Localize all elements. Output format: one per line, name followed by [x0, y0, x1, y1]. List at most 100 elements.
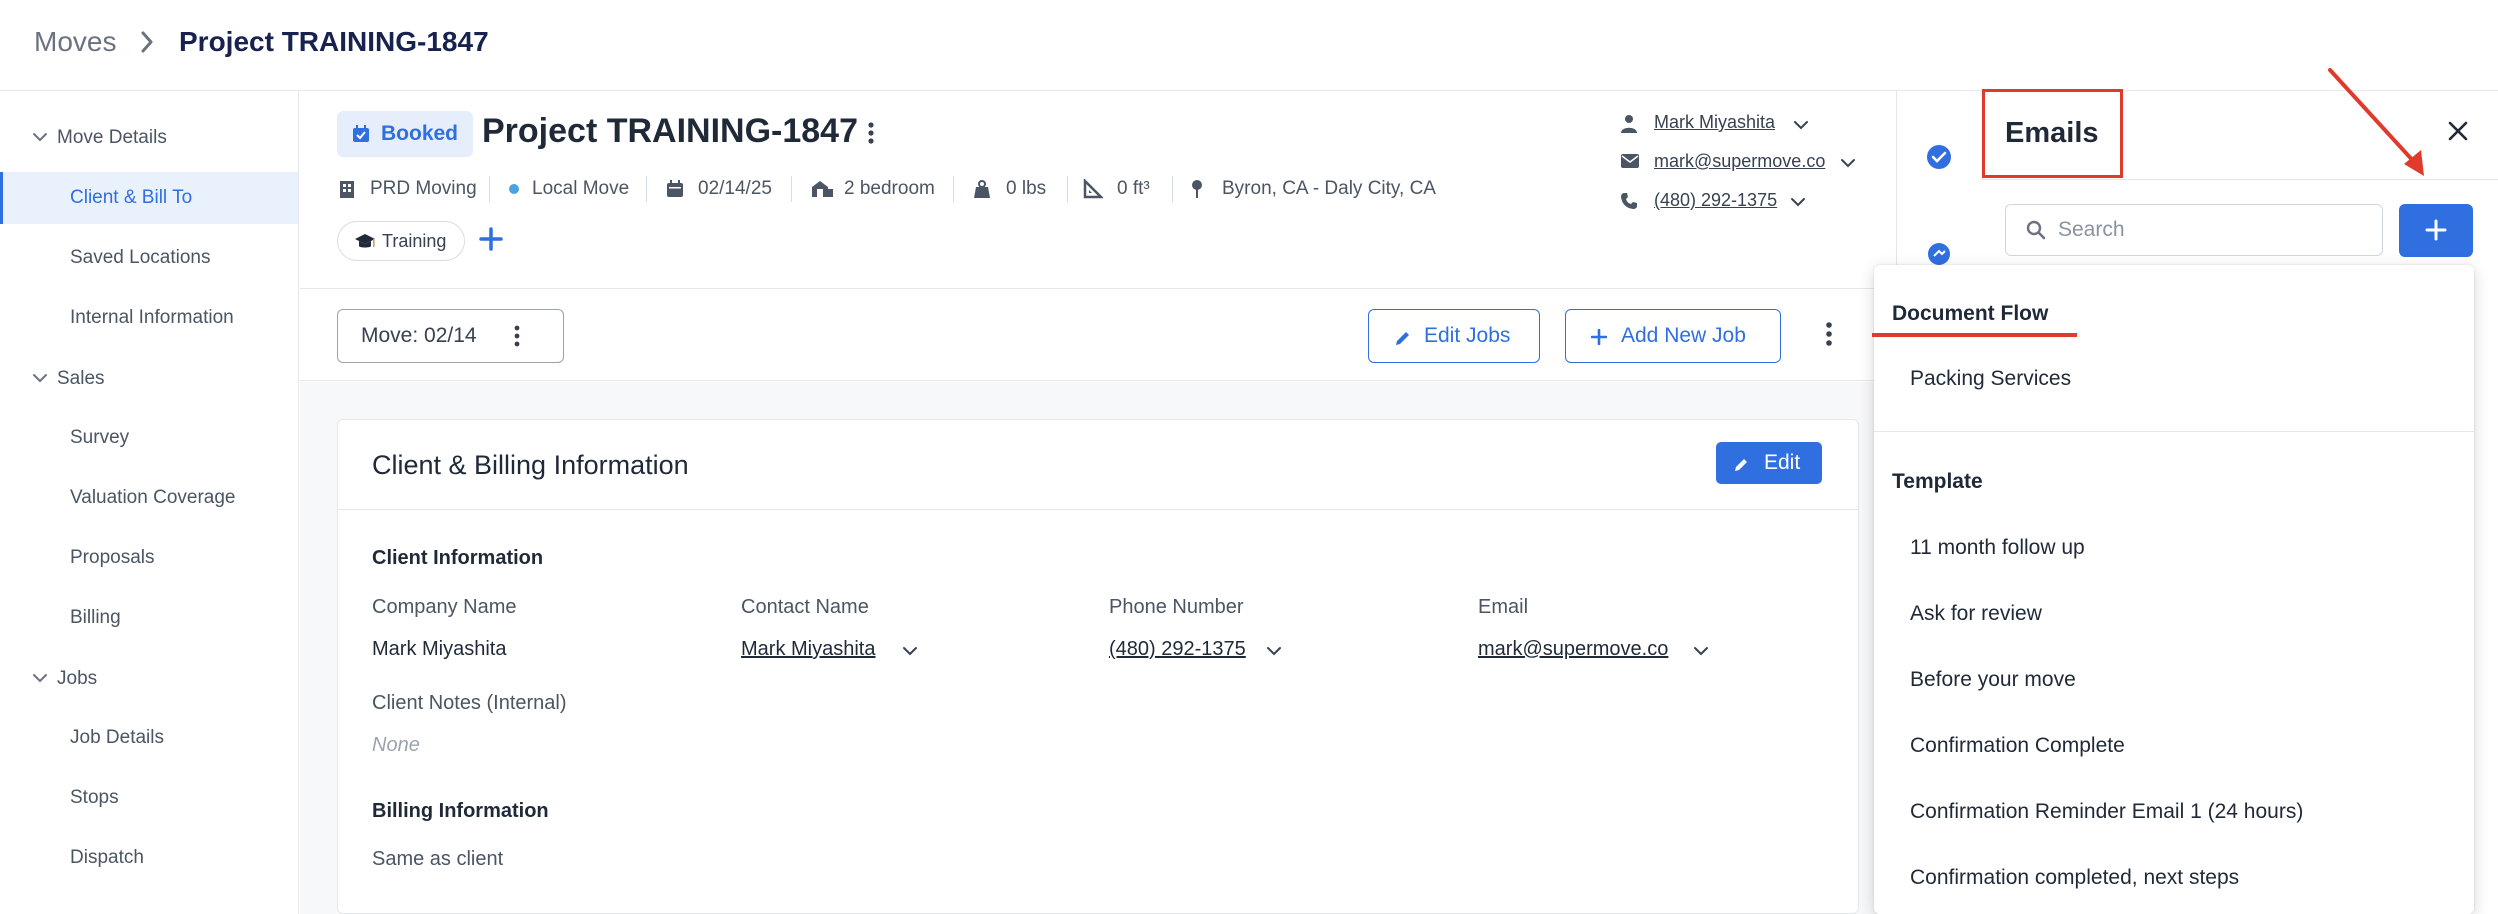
- annotation-underline: [1872, 333, 2077, 337]
- contact-name[interactable]: Mark Miyashita: [1620, 110, 1820, 138]
- menu-item-packing-services[interactable]: Packing Services: [1874, 350, 2474, 410]
- pencil-icon: [1394, 329, 1412, 347]
- add-email-button[interactable]: [2399, 204, 2473, 257]
- phone-number-label: Phone Number: [1109, 596, 1244, 618]
- move-select[interactable]: Move: 02/14: [337, 309, 564, 363]
- page-title: Project TRAINING-1847: [482, 112, 858, 150]
- plus-icon: [2425, 219, 2447, 241]
- chevron-down-icon[interactable]: [1790, 196, 1806, 208]
- card-divider: [338, 509, 1858, 510]
- client-information-heading: Client Information: [372, 547, 544, 569]
- search-icon: [2026, 220, 2046, 240]
- meta-divider: [1067, 176, 1068, 202]
- sidebar-item-internal-information[interactable]: Internal Information: [0, 292, 298, 344]
- chevron-down-icon: [32, 131, 48, 143]
- sidebar-section-jobs[interactable]: Jobs: [0, 660, 299, 700]
- chat-icon[interactable]: [1926, 242, 1952, 266]
- meta-date: 02/14/25: [666, 176, 786, 202]
- pencil-icon: [1734, 456, 1750, 472]
- menu-item-template[interactable]: Confirmation Reminder Email 1 (24 hours): [1874, 783, 2474, 843]
- meta-divider: [646, 176, 647, 202]
- document-flow-heading: Document Flow: [1892, 302, 2049, 325]
- meta-weight: 0 lbs: [972, 176, 1072, 202]
- email-label: Email: [1478, 596, 1529, 618]
- chevron-down-icon[interactable]: [1693, 645, 1709, 657]
- meta-divider: [791, 176, 792, 202]
- phone-icon: [1620, 192, 1638, 210]
- meta-divider: [953, 176, 954, 202]
- calendar-icon: [666, 179, 684, 199]
- status-badge: Booked: [337, 111, 473, 157]
- more-vertical-icon[interactable]: [513, 325, 521, 347]
- breadcrumb-current: Project TRAINING-1847: [179, 26, 489, 57]
- dropdown-divider: [1874, 431, 2474, 432]
- sidebar-item-valuation-coverage[interactable]: Valuation Coverage: [0, 472, 298, 524]
- user-icon: [1620, 114, 1638, 134]
- ruler-triangle-icon: [1083, 179, 1103, 199]
- edit-button[interactable]: Edit: [1716, 442, 1822, 484]
- sidebar-item-stops[interactable]: Stops: [0, 772, 298, 824]
- client-notes-label: Client Notes (Internal): [372, 692, 567, 714]
- sidebar-item-billing[interactable]: Billing: [0, 592, 298, 644]
- meta-company: PRD Moving: [338, 176, 478, 202]
- house-icon: [810, 179, 834, 199]
- sidebar-item-survey[interactable]: Survey: [0, 412, 298, 464]
- envelope-icon: [1620, 153, 1640, 169]
- chevron-down-icon[interactable]: [1840, 157, 1856, 169]
- more-vertical-icon[interactable]: [1825, 322, 1833, 346]
- breadcrumb-moves[interactable]: Moves: [34, 26, 116, 58]
- sidebar-item-job-details[interactable]: Job Details: [0, 712, 298, 764]
- graduation-cap-icon: [354, 233, 376, 251]
- chevron-down-icon[interactable]: [902, 645, 918, 657]
- chevron-down-icon[interactable]: [1266, 645, 1282, 657]
- check-circle-icon[interactable]: [1926, 144, 1952, 170]
- search-input[interactable]: [2058, 215, 2368, 245]
- meta-divider: [489, 176, 490, 202]
- contact-name-label: Contact Name: [741, 596, 869, 618]
- emails-panel-title: Emails: [2005, 117, 2099, 149]
- contact-name-value[interactable]: Mark Miyashita: [741, 638, 875, 661]
- card-title: Client & Billing Information: [372, 450, 689, 480]
- add-new-job-button[interactable]: Add New Job: [1565, 309, 1781, 363]
- billing-information-value: Same as client: [372, 848, 504, 870]
- email-value[interactable]: mark@supermove.co: [1478, 638, 1668, 661]
- more-vertical-icon[interactable]: [867, 122, 875, 144]
- pin-icon: [1190, 179, 1204, 199]
- client-billing-card: [337, 419, 1859, 914]
- edit-jobs-button[interactable]: Edit Jobs: [1368, 309, 1540, 363]
- template-heading: Template: [1892, 470, 1983, 493]
- close-icon[interactable]: [2448, 121, 2468, 141]
- menu-item-template[interactable]: 11 month follow up: [1874, 519, 2474, 579]
- menu-item-template[interactable]: Before your move: [1874, 651, 2474, 711]
- sidebar-section-move-details[interactable]: Move Details: [0, 119, 299, 159]
- chevron-down-icon: [32, 372, 48, 384]
- phone-number-value[interactable]: (480) 292-1375: [1109, 638, 1246, 661]
- weight-icon: [972, 179, 992, 199]
- chevron-down-icon: [32, 672, 48, 684]
- sidebar-item-proposals[interactable]: Proposals: [0, 532, 298, 584]
- sidebar-item-client-bill-to[interactable]: Client & Bill To: [0, 172, 298, 224]
- chevron-down-icon[interactable]: [1793, 119, 1809, 131]
- dot-icon: [508, 179, 520, 199]
- sidebar-item-dispatch[interactable]: Dispatch: [0, 832, 298, 884]
- calendar-check-icon: [351, 124, 371, 144]
- client-notes-value: None: [372, 734, 420, 756]
- sidebar-item-saved-locations[interactable]: Saved Locations: [0, 232, 298, 284]
- menu-item-template[interactable]: Confirmation completed, next steps: [1874, 849, 2474, 909]
- meta-divider: [1172, 176, 1173, 202]
- contact-email[interactable]: mark@supermove.co: [1620, 149, 1860, 177]
- add-tag-plus-icon[interactable]: [479, 227, 503, 251]
- annotation-arrow-icon: [2328, 68, 2424, 176]
- meta-move-type: Local Move: [508, 176, 648, 202]
- sidebar-section-sales[interactable]: Sales: [0, 360, 299, 400]
- menu-item-template[interactable]: Ask for review: [1874, 585, 2474, 645]
- billing-information-heading: Billing Information: [372, 800, 549, 822]
- building-icon: [338, 179, 356, 199]
- meta-volume: 0 ft³: [1083, 176, 1183, 202]
- menu-item-template[interactable]: Confirmation Complete: [1874, 717, 2474, 777]
- plus-icon: [1591, 329, 1607, 345]
- tag-chip-training[interactable]: Training: [337, 221, 465, 261]
- search-field[interactable]: [2005, 204, 2383, 256]
- company-name-label: Company Name: [372, 596, 517, 618]
- meta-route: Byron, CA - Daly City, CA: [1190, 176, 1450, 202]
